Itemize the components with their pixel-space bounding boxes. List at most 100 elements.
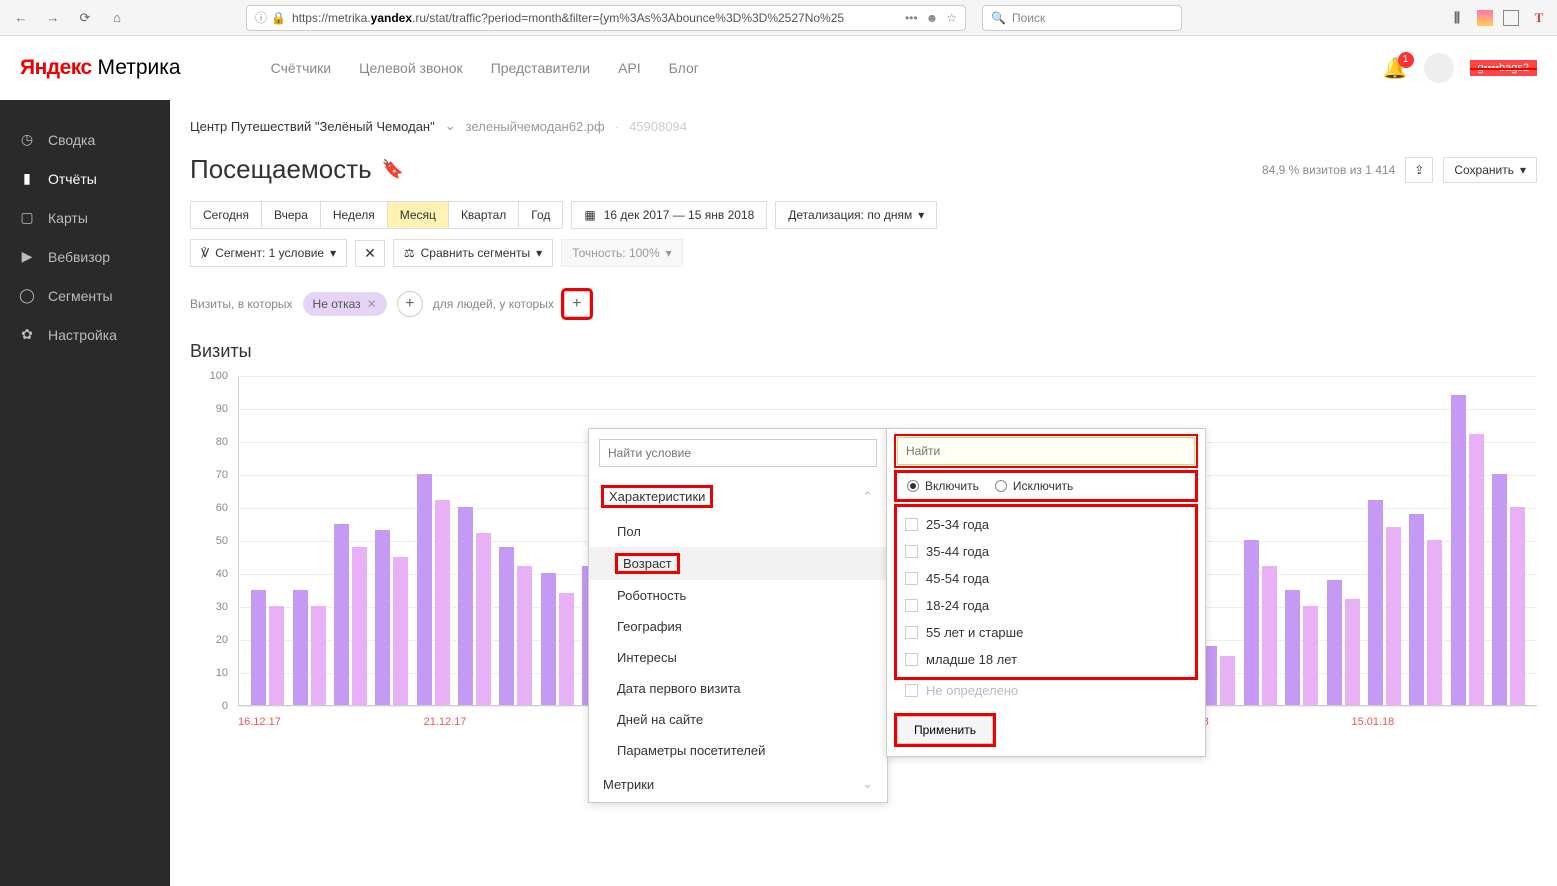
bar[interactable]: [375, 530, 390, 705]
site-name[interactable]: Центр Путешествий "Зелёный Чемодан": [190, 119, 435, 134]
filter-chip-bounce[interactable]: Не отказ ✕: [303, 292, 387, 316]
bar[interactable]: [1451, 395, 1466, 705]
bar[interactable]: [393, 557, 408, 706]
sidebar-item-settings[interactable]: ✿Настройка: [0, 315, 170, 354]
granularity-select[interactable]: Детализация: по дням ▾: [775, 201, 937, 229]
bar[interactable]: [1262, 566, 1277, 705]
period-year[interactable]: Год: [519, 202, 562, 228]
period-quarter[interactable]: Квартал: [449, 202, 519, 228]
sub-age[interactable]: Возраст: [589, 547, 887, 580]
bar[interactable]: [1427, 540, 1442, 705]
logo[interactable]: Яндекс Метрика: [20, 56, 181, 80]
sub-days[interactable]: Дней на сайте: [589, 704, 887, 735]
sidebar-item-reports[interactable]: ▮Отчёты: [0, 159, 170, 198]
bar[interactable]: [1409, 514, 1424, 705]
sidebar-item-segments[interactable]: ◯Сегменты: [0, 276, 170, 315]
bar[interactable]: [1469, 434, 1484, 705]
home-button[interactable]: ⌂: [104, 5, 130, 31]
sidebar-item-maps[interactable]: ▢Карты: [0, 198, 170, 237]
opt-under18[interactable]: младше 18 лет: [897, 646, 1195, 673]
notifications-icon[interactable]: 🔔1: [1383, 56, 1408, 81]
bar[interactable]: [541, 573, 556, 705]
condition-search-input[interactable]: [599, 439, 877, 467]
category-characteristics[interactable]: Характеристики ⌃: [589, 477, 887, 516]
sub-params[interactable]: Параметры посетителей: [589, 735, 887, 766]
bar[interactable]: [417, 474, 432, 705]
reader-icon[interactable]: ☻: [926, 11, 939, 25]
compare-segments-button[interactable]: ⚖ Сравнить сегменты ▾: [393, 239, 553, 267]
opt-35-44[interactable]: 35-44 года: [897, 538, 1195, 565]
bar[interactable]: [293, 590, 308, 706]
chip-remove-icon[interactable]: ✕: [367, 297, 377, 311]
date-range-picker[interactable]: ▦ 16 дек 2017 — 15 янв 2018: [571, 201, 767, 229]
radio-include[interactable]: Включить: [907, 479, 979, 493]
bar[interactable]: [1220, 656, 1235, 706]
period-month[interactable]: Месяц: [388, 202, 449, 228]
nav-blog[interactable]: Блог: [669, 60, 699, 76]
sidebar-item-webvisor[interactable]: ▶Вебвизор: [0, 237, 170, 276]
save-button[interactable]: Сохранить▾: [1443, 157, 1537, 183]
segment-button[interactable]: ℣ Сегмент: 1 условие ▾: [190, 239, 347, 267]
bar[interactable]: [1303, 606, 1318, 705]
add-people-condition-button[interactable]: +: [564, 291, 590, 317]
bar[interactable]: [1285, 590, 1300, 706]
back-button[interactable]: ←: [8, 5, 34, 31]
nav-counters[interactable]: Счётчики: [271, 60, 332, 76]
bar[interactable]: [352, 547, 367, 705]
opt-18-24[interactable]: 18-24 года: [897, 592, 1195, 619]
opt-25-34[interactable]: 25-34 года: [897, 511, 1195, 538]
bar[interactable]: [1386, 527, 1401, 705]
bar[interactable]: [517, 566, 532, 705]
user-name[interactable]: g••••bags2: [1470, 60, 1538, 76]
sub-gender[interactable]: Пол: [589, 516, 887, 547]
sub-geo[interactable]: География: [589, 611, 887, 642]
bar[interactable]: [1492, 474, 1507, 705]
period-today[interactable]: Сегодня: [191, 202, 262, 228]
bar[interactable]: [476, 533, 491, 705]
browser-search[interactable]: 🔍 Поиск: [982, 5, 1182, 31]
sidebar-item-summary[interactable]: ◷Сводка: [0, 120, 170, 159]
url-more-icon[interactable]: •••: [905, 11, 918, 25]
sub-firstvisit[interactable]: Дата первого визита: [589, 673, 887, 704]
ext-icon-2[interactable]: [1503, 10, 1519, 26]
avatar[interactable]: [1424, 53, 1454, 83]
share-button[interactable]: ⇪: [1405, 157, 1433, 183]
category-metrics[interactable]: Метрики ⌄: [589, 766, 887, 802]
url-bar[interactable]: ⓘ 🔒 https://metrika.yandex.ru/stat/traff…: [246, 5, 966, 31]
bar[interactable]: [1345, 599, 1360, 705]
ext-icon-t[interactable]: T: [1529, 8, 1549, 28]
period-yesterday[interactable]: Вчера: [262, 202, 321, 228]
bar[interactable]: [499, 547, 514, 705]
precision-select[interactable]: Точность: 100% ▾: [561, 239, 683, 267]
add-visit-condition-button[interactable]: +: [397, 291, 423, 317]
bar[interactable]: [435, 500, 450, 705]
chevron-down-icon[interactable]: ⌄: [445, 118, 456, 134]
period-week[interactable]: Неделя: [321, 202, 388, 228]
opt-55plus[interactable]: 55 лет и старше: [897, 619, 1195, 646]
forward-button[interactable]: →: [40, 5, 66, 31]
nav-api[interactable]: API: [618, 60, 641, 76]
nav-call[interactable]: Целевой звонок: [359, 60, 463, 76]
bookmark-icon[interactable]: 🔖: [382, 159, 404, 180]
segment-clear-button[interactable]: ✕: [355, 240, 385, 267]
library-icon[interactable]: ⫼: [1447, 8, 1467, 28]
bar[interactable]: [1368, 500, 1383, 705]
nav-reps[interactable]: Представители: [491, 60, 590, 76]
bar[interactable]: [311, 606, 326, 705]
bar[interactable]: [1327, 580, 1342, 705]
apply-button[interactable]: Применить: [897, 716, 993, 744]
bar[interactable]: [1244, 540, 1259, 705]
sub-interests[interactable]: Интересы: [589, 642, 887, 673]
bookmark-star-icon[interactable]: ☆: [946, 11, 957, 25]
bar[interactable]: [334, 524, 349, 706]
opt-45-54[interactable]: 45-54 года: [897, 565, 1195, 592]
options-search-input[interactable]: [897, 437, 1195, 465]
bar[interactable]: [269, 606, 284, 705]
bar[interactable]: [559, 593, 574, 705]
bar[interactable]: [251, 590, 266, 706]
reload-button[interactable]: ⟳: [72, 5, 98, 31]
ext-icon-1[interactable]: [1477, 10, 1493, 26]
bar[interactable]: [458, 507, 473, 705]
radio-exclude[interactable]: Исключить: [995, 479, 1073, 493]
sub-robot[interactable]: Роботность: [589, 580, 887, 611]
